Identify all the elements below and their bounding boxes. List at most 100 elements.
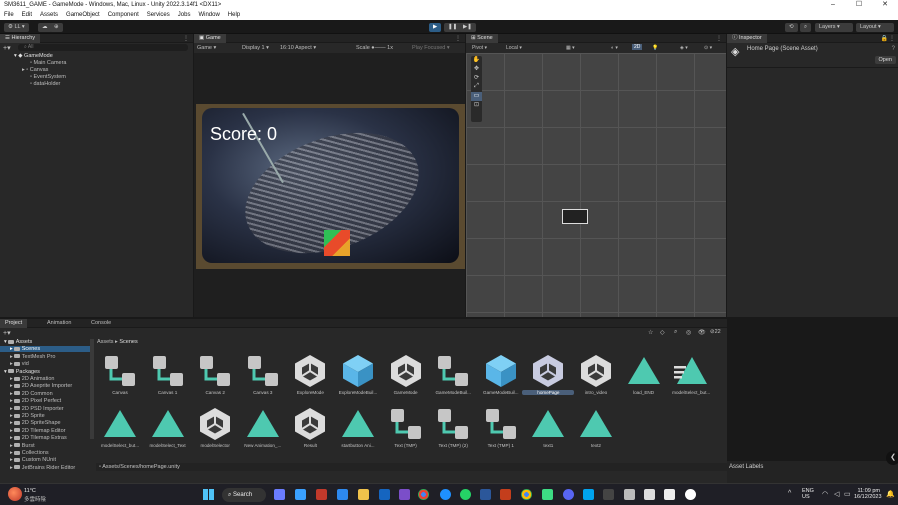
grid-snap-icon[interactable]: ▦ ▾ xyxy=(566,45,575,51)
panda-app-icon[interactable] xyxy=(685,489,696,500)
widgets-icon[interactable] xyxy=(295,489,306,500)
add-icon[interactable]: +▾ xyxy=(3,44,11,52)
chevron-icon[interactable]: ▸ xyxy=(10,376,13,382)
chevron-icon[interactable]: ▸ xyxy=(10,465,13,471)
project-tree-item[interactable]: ▸ vid xyxy=(0,361,90,367)
chevron-icon[interactable]: ▸ xyxy=(10,420,13,426)
hierarchy-item[interactable]: ▸ ▫ Canvas xyxy=(22,67,48,73)
panel-menu-icon[interactable]: ⋮ xyxy=(183,35,189,42)
layers-dropdown[interactable]: Layers ▾ xyxy=(815,23,853,32)
menu-item-file[interactable]: File xyxy=(4,12,14,18)
close-icon[interactable]: ✕ xyxy=(872,0,898,10)
visual-studio-icon[interactable] xyxy=(399,489,410,500)
chevron-icon[interactable]: ▸ xyxy=(10,413,13,419)
scale-slider[interactable]: Scale ●—— 1x xyxy=(356,45,393,51)
project-tree-item[interactable]: ▸ 2D Pixel Perfect xyxy=(0,398,90,404)
move-tool-icon[interactable]: ✥ xyxy=(471,65,482,74)
menu-item-edit[interactable]: Edit xyxy=(22,12,32,18)
battery-icon[interactable]: ▭ xyxy=(844,490,851,498)
menu-item-assets[interactable]: Assets xyxy=(40,12,58,18)
project-tree-item[interactable]: ▸ 2D Common xyxy=(0,391,90,397)
menu-item-services[interactable]: Services xyxy=(147,12,170,18)
project-tree-item[interactable]: ▾ Assets xyxy=(0,339,90,345)
tab-scene[interactable]: ⊞ Scene xyxy=(466,34,498,43)
discord-icon[interactable] xyxy=(563,489,574,500)
game-view-canvas[interactable]: Score: 0 xyxy=(196,104,465,269)
menu-item-jobs[interactable]: Jobs xyxy=(178,12,191,18)
chevron-icon[interactable]: ▸ xyxy=(10,346,13,352)
project-tree-item[interactable]: ▸ 2D Animation xyxy=(0,376,90,382)
open-button[interactable]: Open xyxy=(874,56,896,64)
office-icon[interactable] xyxy=(316,489,327,500)
eye-icon[interactable]: 👁 xyxy=(698,329,706,336)
chevron-icon[interactable]: ▾ xyxy=(4,339,7,345)
chevron-icon[interactable]: ▸ xyxy=(10,450,13,456)
chrome-icon[interactable] xyxy=(418,489,429,500)
chevron-icon[interactable]: ▸ xyxy=(10,391,13,397)
mail-icon[interactable] xyxy=(379,489,390,500)
clock[interactable]: 11:09 pm 16/12/2023 xyxy=(854,488,882,500)
menu-item-window[interactable]: Window xyxy=(198,12,219,18)
tab-inspector[interactable]: ⓘ Inspector xyxy=(727,34,767,43)
project-tree-item[interactable]: ▸ 2D Aseprite Importer xyxy=(0,383,90,389)
game-mode-dropdown[interactable]: Game ▾ xyxy=(197,45,216,51)
tab-console[interactable]: Console xyxy=(86,319,116,328)
effects-icon[interactable]: ◈ ▾ xyxy=(680,45,688,51)
menu-item-gameobject[interactable]: GameObject xyxy=(66,12,100,18)
chevron-icon[interactable]: ▾ xyxy=(4,369,7,375)
breadcrumb-item[interactable]: Scenes xyxy=(119,339,137,345)
menu-item-help[interactable]: Help xyxy=(228,12,240,18)
panel-menu-icon[interactable]: ⋮ xyxy=(889,35,895,42)
tree-scrollbar[interactable] xyxy=(90,339,94,439)
hierarchy-search-input[interactable]: ⌕ All xyxy=(18,44,188,51)
tab-hierarchy[interactable]: ☰ Hierarchy xyxy=(0,34,41,43)
hierarchy-item[interactable]: ▫ EventSystem xyxy=(30,74,66,80)
layout-dropdown[interactable]: Layout ▾ xyxy=(856,23,894,32)
scene-grid[interactable] xyxy=(466,53,726,317)
word-icon[interactable] xyxy=(480,489,491,500)
tab-game[interactable]: ▣ Game xyxy=(194,34,226,43)
toggle-2d-button[interactable]: 2D xyxy=(632,44,643,50)
chrome-profile-icon[interactable] xyxy=(521,489,532,500)
tab-project[interactable]: Project xyxy=(0,319,28,328)
project-tree-item[interactable]: ▸ 2D Sprite xyxy=(0,413,90,419)
step-button[interactable]: ▶❚ xyxy=(459,23,476,32)
tab-animation[interactable]: Animation xyxy=(42,319,76,328)
file-explorer-icon[interactable] xyxy=(358,489,369,500)
edge-icon[interactable] xyxy=(440,489,451,500)
project-tree-item[interactable]: ▸ Custom NUnit xyxy=(0,457,90,463)
panel-menu-icon[interactable]: ⋮ xyxy=(455,35,461,42)
task-view-icon[interactable] xyxy=(274,489,285,500)
project-tree-item[interactable]: ▸ Scenes xyxy=(0,346,90,353)
chevron-icon[interactable]: ▸ xyxy=(10,406,13,412)
account-button[interactable]: ⚙ LL ▾ xyxy=(4,23,29,32)
chevron-icon[interactable]: ▸ xyxy=(10,428,13,434)
taskbar-search[interactable]: ⌕ Search xyxy=(222,488,266,502)
powerpoint-icon[interactable] xyxy=(500,489,511,500)
github-icon[interactable] xyxy=(664,489,675,500)
project-tree-item[interactable]: ▸ 2D PSD Importer xyxy=(0,406,90,412)
android-studio-icon[interactable] xyxy=(542,489,553,500)
whatsapp-icon[interactable] xyxy=(460,489,471,500)
create-icon[interactable]: +▾ xyxy=(3,329,11,337)
scene-canvas-object[interactable] xyxy=(562,209,588,224)
project-tree-item[interactable]: ▾ Packages xyxy=(0,369,90,375)
chevron-icon[interactable]: ▸ xyxy=(10,361,13,367)
hidden-packages-icon[interactable]: ◎ xyxy=(686,329,691,336)
breadcrumb-item[interactable]: Assets xyxy=(97,339,114,345)
project-tree-item[interactable]: ▸ 2D Tilemap Editor xyxy=(0,428,90,434)
space-dropdown[interactable]: Local ▾ xyxy=(506,45,522,51)
hand-tool-icon[interactable]: ✋ xyxy=(471,56,482,65)
wifi-icon[interactable]: ◠ xyxy=(822,490,828,498)
windows-start-icon[interactable] xyxy=(203,489,214,500)
rotate-tool-icon[interactable]: ⟳ xyxy=(471,74,482,83)
chevron-icon[interactable]: ▸ xyxy=(10,398,13,404)
search-icon[interactable]: ⌕ xyxy=(800,23,812,32)
menu-item-component[interactable]: Component xyxy=(108,12,139,18)
maximize-icon[interactable]: ☐ xyxy=(846,0,872,10)
unity-hub-icon[interactable] xyxy=(603,489,614,500)
aspect-dropdown[interactable]: 16:10 Aspect ▾ xyxy=(280,45,316,51)
chevron-icon[interactable]: ▸ xyxy=(10,383,13,389)
unity-editor-icon[interactable] xyxy=(624,489,635,500)
rect-tool-icon[interactable]: ▭ xyxy=(471,92,482,101)
